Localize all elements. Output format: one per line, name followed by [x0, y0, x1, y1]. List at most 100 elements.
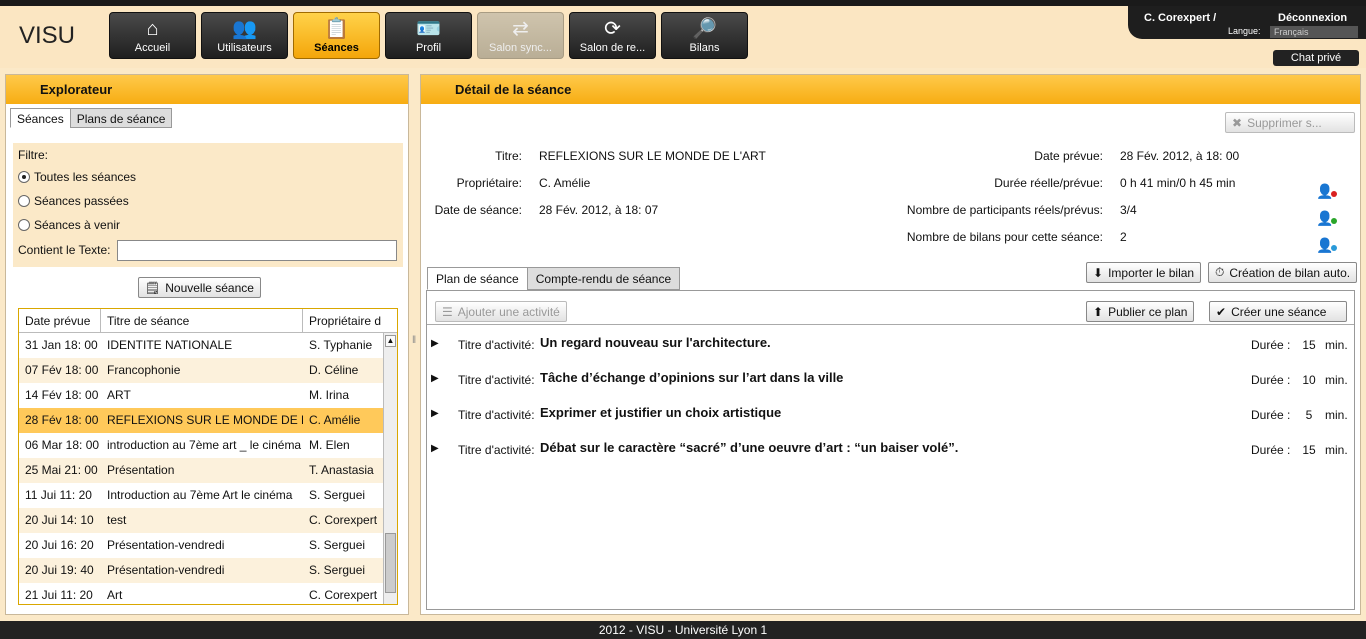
- detail-title: Détail de la séance: [421, 75, 1360, 104]
- cell-date: 31 Jan 18: 00: [25, 338, 98, 352]
- duration-label: Durée :: [1251, 338, 1291, 352]
- nav-utilisateurs-button[interactable]: 👥 Utilisateurs: [201, 12, 288, 59]
- radio-button[interactable]: [18, 171, 30, 183]
- nav-label: Séances: [314, 42, 359, 54]
- delete-session-button[interactable]: ✖ Supprimer s...: [1225, 112, 1355, 133]
- cell-date: 20 Jui 19: 40: [25, 563, 94, 577]
- cell-owner: C. Amélie: [309, 413, 361, 427]
- field-duration-value: 0 h 41 min/0 h 45 min: [1120, 176, 1236, 190]
- green-dot: [1331, 218, 1337, 224]
- cell-owner: S. Serguei: [309, 563, 366, 577]
- table-row[interactable]: 20 Jui 16: 20 Présentation-vendredi S. Ser…: [19, 533, 397, 558]
- activity-label: Titre d'activité:: [458, 443, 535, 457]
- logout-link[interactable]: Déconnexion: [1278, 12, 1347, 24]
- tab-seances[interactable]: Séances: [10, 108, 71, 128]
- explorer-tabs: Séances Plans de séance: [10, 108, 408, 128]
- activity-row[interactable]: ▶ Titre d'activité: Débat sur le caractè…: [427, 431, 1354, 466]
- tab-plans-de-seance[interactable]: Plans de séance: [69, 108, 173, 128]
- radio-button[interactable]: [18, 195, 30, 207]
- owner-status-icon: 👤: [1316, 183, 1344, 210]
- duration-value: 15: [1302, 338, 1316, 352]
- language-label: Langue:: [1228, 26, 1261, 36]
- activity-title: Débat sur le caractère “sacré” d’une oeu…: [540, 440, 959, 455]
- radio-upcoming-sessions[interactable]: Séances à venir: [18, 218, 120, 232]
- panel-splitter-handle[interactable]: ‖: [412, 335, 416, 346]
- expand-arrow-icon[interactable]: ▶: [431, 408, 439, 419]
- table-row-selected[interactable]: 28 Fév 18: 00 REFLEXIONS SUR LE MONDE DE …: [19, 408, 397, 433]
- cell-title: Francophonie: [107, 363, 181, 377]
- scroll-thumb[interactable]: [385, 533, 396, 593]
- cell-owner: C. Corexpert: [309, 588, 378, 602]
- tab-compte-rendu[interactable]: Compte-rendu de séance: [526, 267, 681, 290]
- table-scrollbar[interactable]: ▲: [383, 333, 397, 604]
- nav-seances-button[interactable]: 📋 Séances: [293, 12, 380, 59]
- column-header-title[interactable]: Titre de séance: [101, 309, 303, 332]
- activity-title: Exprimer et justifier un choix artistiqu…: [540, 405, 782, 420]
- language-select[interactable]: Français: [1270, 26, 1358, 38]
- cell-date: 28 Fév 18: 00: [25, 413, 99, 427]
- cell-owner: T. Anastasia: [309, 463, 374, 477]
- cell-title: ART: [107, 388, 131, 402]
- create-session-button[interactable]: ✔ Créer une séance: [1209, 301, 1347, 322]
- new-session-button[interactable]: 🗒 Nouvelle séance: [138, 277, 261, 298]
- add-activity-button[interactable]: ☰ Ajouter une activité: [435, 301, 567, 322]
- add-document-icon: 🗒: [145, 280, 161, 295]
- duration-status-icon: 👤: [1316, 210, 1344, 237]
- table-row[interactable]: 07 Fév 18: 00 Francophonie D. Céline: [19, 358, 397, 383]
- table-row[interactable]: 20 Jui 14: 10 test C. Corexpert: [19, 508, 397, 533]
- expand-arrow-icon[interactable]: ▶: [431, 443, 439, 454]
- auto-report-button[interactable]: ⏱ Création de bilan auto.: [1208, 262, 1358, 283]
- tab-plan-de-seance[interactable]: Plan de séance: [427, 267, 528, 290]
- import-report-button[interactable]: ⬇ Importer le bilan: [1086, 262, 1202, 283]
- button-label: Supprimer s...: [1247, 115, 1322, 130]
- explorer-title: Explorateur: [6, 75, 408, 104]
- search-report-icon: 🔎: [692, 18, 717, 40]
- main-nav: ⌂ Accueil 👥 Utilisateurs 📋 Séances 🪪 Profil …: [109, 12, 748, 59]
- nav-salon-retro-button[interactable]: ⟳ Salon de re...: [569, 12, 656, 59]
- top-bar: VISU ⌂ Accueil 👥 Utilisateurs 📋 Séances 🪪 Pr…: [0, 0, 1366, 68]
- button-label: Création de bilan auto.: [1229, 265, 1351, 280]
- nav-profil-button[interactable]: 🪪 Profil: [385, 12, 472, 59]
- cell-owner: D. Céline: [309, 363, 359, 377]
- field-label: Durée réelle/prévue:: [994, 176, 1103, 190]
- table-row[interactable]: 21 Jui 11: 20 Art C. Corexpert: [19, 583, 397, 604]
- table-row[interactable]: 20 Jui 19: 40 Présentation-vendredi S. Ser…: [19, 558, 397, 583]
- table-row[interactable]: 06 Mar 18: 00 introduction au 7ème art _ …: [19, 433, 397, 458]
- contains-text-input[interactable]: [117, 240, 397, 261]
- table-row[interactable]: 31 Jan 18: 00 IDENTITE NATIONALE S. Typhan…: [19, 333, 397, 358]
- column-header-date[interactable]: Date prévue: [19, 309, 101, 332]
- duration-unit: min.: [1325, 338, 1348, 352]
- activity-row[interactable]: ▶ Titre d'activité: Exprimer et justifie…: [427, 396, 1354, 431]
- column-header-owner[interactable]: Propriétaire d: [303, 309, 381, 332]
- activity-row[interactable]: ▶ Titre d'activité: Tâche d’échange d’op…: [427, 361, 1354, 396]
- cell-title: REFLEXIONS SUR LE MONDE DE L'ART: [107, 413, 303, 427]
- table-row[interactable]: 11 Jui 11: 20 Introduction au 7ème Art le…: [19, 483, 397, 508]
- field-planned-date-value: 28 Fév. 2012, à 18: 00: [1120, 149, 1240, 163]
- table-row[interactable]: 25 Mai 21: 00 Présentation T. Anastasia: [19, 458, 397, 483]
- radio-past-sessions[interactable]: Séances passées: [18, 194, 129, 208]
- publish-plan-button[interactable]: ⬆ Publier ce plan: [1086, 301, 1195, 322]
- table-row[interactable]: 14 Fév 18: 00 ART M. Irina: [19, 383, 397, 408]
- nav-bilans-button[interactable]: 🔎 Bilans: [661, 12, 748, 59]
- refresh-icon: ⟳: [604, 18, 621, 40]
- activity-label: Titre d'activité:: [458, 338, 535, 352]
- nav-accueil-button[interactable]: ⌂ Accueil: [109, 12, 196, 59]
- table-body: 31 Jan 18: 00 IDENTITE NATIONALE S. Typhan…: [19, 333, 397, 604]
- private-chat-button[interactable]: Chat privé: [1273, 50, 1359, 66]
- cell-date: 20 Jui 14: 10: [25, 513, 94, 527]
- app-logo: VISU: [19, 22, 76, 49]
- contains-text-label: Contient le Texte:: [18, 243, 111, 257]
- activity-title: Tâche d’échange d’opinions sur l’art dan…: [540, 370, 844, 385]
- activity-row[interactable]: ▶ Titre d'activité: Un regard nouveau su…: [427, 326, 1354, 361]
- activity-label: Titre d'activité:: [458, 408, 535, 422]
- radio-button[interactable]: [18, 219, 30, 231]
- radio-all-sessions[interactable]: Toutes les séances: [18, 170, 136, 184]
- cell-title: introduction au 7ème art _ le cinéma: [107, 438, 302, 452]
- expand-arrow-icon[interactable]: ▶: [431, 338, 439, 349]
- field-date-value: 28 Fév. 2012, à 18: 07: [539, 203, 659, 217]
- scroll-up-icon[interactable]: ▲: [385, 335, 396, 347]
- expand-arrow-icon[interactable]: ▶: [431, 373, 439, 384]
- home-icon: ⌂: [146, 18, 159, 40]
- participants-status-icon: 👤: [1316, 237, 1344, 264]
- nav-salon-sync-button[interactable]: ⇄ Salon sync...: [477, 12, 564, 59]
